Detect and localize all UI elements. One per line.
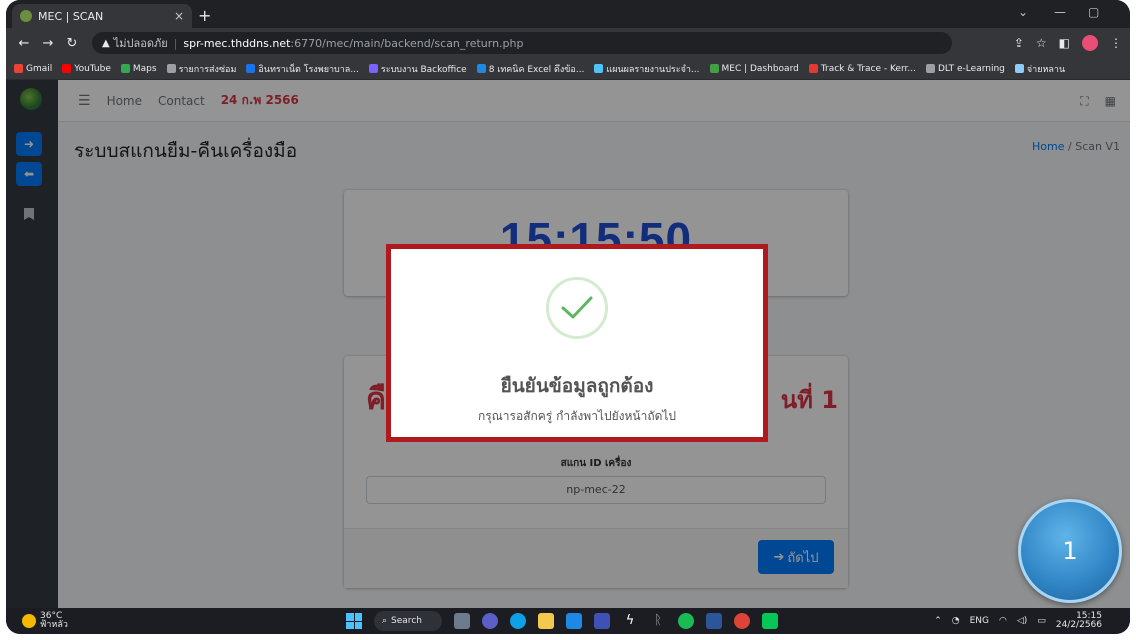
bookmark-favicon-icon: [476, 64, 486, 73]
profile-avatar[interactable]: [1082, 35, 1098, 51]
bolt-app-icon[interactable]: ϟ: [622, 613, 638, 629]
pen-app-icon[interactable]: ᚱ: [650, 613, 666, 629]
bookmark-item[interactable]: YouTube: [62, 64, 111, 74]
minimize-icon[interactable]: —: [1054, 5, 1066, 19]
url-path: :6770/mec/main/backend/scan_return.php: [290, 36, 524, 50]
taskbar-search[interactable]: ⌕ Search: [374, 611, 442, 631]
bookmark-label: DLT e-Learning: [937, 63, 1005, 74]
bookmark-item[interactable]: Track & Trace - Kerr...: [808, 63, 916, 74]
bookmark-item[interactable]: 8 เทคนิค Excel ดึงข้อ...: [476, 62, 585, 76]
url-divider: |: [173, 36, 178, 50]
bookmark-favicon-icon: [166, 64, 176, 73]
chrome-icon[interactable]: [734, 613, 750, 629]
bookmark-favicon-icon: [14, 64, 23, 73]
share-icon[interactable]: ⇪: [1014, 36, 1024, 50]
warning-triangle-icon: ▲: [102, 37, 110, 49]
side-panel-icon[interactable]: ◧: [1059, 36, 1070, 50]
bookmark-favicon-icon: [368, 64, 378, 73]
bookmark-item[interactable]: อินทราเน็ต โรงพยาบาล...: [246, 62, 359, 76]
system-tray: ⌃ ◔ ENG ◠ ◁) ▭ 15:15 24/2/2566: [934, 612, 1102, 630]
windows-taskbar: 36°C ฟ้าหลัว ⌕ Search ϟ ᚱ ⌃ ◔ ENG ◠ ◁) ▭…: [6, 608, 1130, 634]
tray-app-icon[interactable]: ◔: [952, 616, 960, 626]
browser-tab[interactable]: MEC | SCAN ×: [12, 4, 192, 28]
bookmark-item[interactable]: Maps: [120, 63, 157, 74]
address-bar[interactable]: ▲ ไม่ปลอดภัย | spr-mec.thddns.net :6770/…: [92, 32, 952, 54]
app-icon[interactable]: [594, 613, 610, 629]
bookmark-label: MEC | Dashboard: [721, 63, 799, 74]
bookmark-label: Gmail: [26, 63, 53, 74]
browser-tabstrip: MEC | SCAN × + ⌄ — ▢: [6, 0, 1130, 28]
toolbar-actions: ⇪ ☆ ◧ ⋮: [1014, 35, 1122, 51]
site-favicon-icon: [20, 10, 32, 22]
step-number-badge: 1: [1018, 499, 1122, 603]
bookmark-star-icon[interactable]: ☆: [1036, 36, 1047, 50]
task-view-icon[interactable]: [454, 613, 470, 629]
spotify-icon[interactable]: [678, 613, 694, 629]
language-indicator[interactable]: ENG: [970, 616, 989, 626]
bookmark-label: Track & Trace - Kerr...: [820, 63, 916, 74]
bookmark-favicon-icon: [120, 64, 130, 73]
volume-icon[interactable]: ◁): [1017, 616, 1027, 626]
bookmark-label: Maps: [132, 63, 157, 74]
taskbar-clock[interactable]: 15:15 24/2/2566: [1056, 612, 1102, 630]
tab-close-icon[interactable]: ×: [174, 9, 184, 23]
bookmark-item[interactable]: รายการส่งซ่อม: [166, 62, 237, 76]
bookmark-favicon-icon: [246, 64, 256, 73]
menu-kebab-icon[interactable]: ⋮: [1110, 36, 1122, 50]
bookmarks-bar: Gmail YouTube Maps รายการส่งซ่อม อินทราเน็ต …: [6, 58, 1130, 80]
bookmark-favicon-icon: [925, 64, 935, 73]
bookmark-item[interactable]: MEC | Dashboard: [709, 63, 799, 74]
wifi-icon[interactable]: ◠: [999, 616, 1007, 626]
tab-title: MEC | SCAN: [38, 9, 104, 23]
forward-arrow-icon[interactable]: →: [38, 36, 58, 51]
bookmark-item[interactable]: จ่ายหลาน: [1014, 62, 1066, 76]
bookmark-favicon-icon: [594, 64, 604, 73]
weather-widget[interactable]: 36°C ฟ้าหลัว: [22, 612, 68, 630]
bookmark-label: อินทราเน็ต โรงพยาบาล...: [258, 64, 359, 75]
screen-frame: MEC | SCAN × + ⌄ — ▢ ← → ↻ ▲ ไม่ปลอดภัย …: [6, 0, 1130, 634]
taskbar-search-label: Search: [391, 616, 422, 626]
new-tab-button[interactable]: +: [198, 6, 211, 25]
search-icon: ⌕: [382, 616, 388, 626]
bookmark-label: YouTube: [74, 63, 111, 74]
battery-icon[interactable]: ▭: [1037, 616, 1046, 626]
back-arrow-icon[interactable]: ←: [14, 36, 34, 51]
bookmark-favicon-icon: [1014, 64, 1024, 73]
store-icon[interactable]: [566, 613, 582, 629]
not-secure-label[interactable]: ไม่ปลอดภัย: [114, 34, 168, 52]
browser-toolbar: ← → ↻ ▲ ไม่ปลอดภัย | spr-mec.thddns.net …: [6, 28, 1130, 58]
success-modal: ยืนยันข้อมูลถูกต้อง กรุณารอสักครู่ กำลัง…: [386, 244, 768, 442]
success-check-icon: [546, 277, 608, 339]
reload-icon[interactable]: ↻: [62, 36, 82, 51]
taskbar-date: 24/2/2566: [1055, 620, 1102, 630]
bookmark-label: จ่ายหลาน: [1026, 64, 1066, 75]
bookmark-item[interactable]: DLT e-Learning: [925, 63, 1005, 74]
maximize-icon[interactable]: ▢: [1088, 5, 1099, 19]
taskbar-apps: ⌕ Search ϟ ᚱ: [346, 611, 778, 631]
tab-search-chevron-icon[interactable]: ⌄: [1018, 5, 1028, 19]
bookmark-favicon-icon: [709, 64, 719, 73]
bookmark-label: รายการส่งซ่อม: [178, 64, 237, 75]
edge-icon[interactable]: [510, 613, 526, 629]
bookmark-label: แผนผลรายงานประจำ...: [606, 64, 700, 75]
bookmark-favicon-icon: [808, 64, 818, 73]
tray-chevron-icon[interactable]: ⌃: [934, 616, 942, 626]
bookmark-item[interactable]: แผนผลรายงานประจำ...: [594, 62, 700, 76]
bookmark-favicon-icon: [62, 64, 72, 73]
url-host: spr-mec.thddns.net: [183, 36, 291, 50]
windows-start-icon[interactable]: [346, 613, 362, 629]
sun-icon: [22, 614, 36, 628]
file-explorer-icon[interactable]: [538, 613, 554, 629]
bookmark-item[interactable]: ระบบงาน Backoffice: [368, 62, 467, 76]
line-icon[interactable]: [762, 613, 778, 629]
bookmark-label: 8 เทคนิค Excel ดึงข้อ...: [488, 64, 585, 75]
bookmark-label: ระบบงาน Backoffice: [380, 64, 467, 75]
teams-chat-icon[interactable]: [482, 613, 498, 629]
modal-message: กรุณารอสักครู่ กำลังพาไปยังหน้าถัดไป: [477, 409, 677, 423]
word-icon[interactable]: [706, 613, 722, 629]
weather-text: ฟ้าหลัว: [40, 620, 68, 630]
modal-title: ยืนยันข้อมูลถูกต้อง: [500, 375, 654, 397]
bookmark-item[interactable]: Gmail: [14, 64, 52, 74]
